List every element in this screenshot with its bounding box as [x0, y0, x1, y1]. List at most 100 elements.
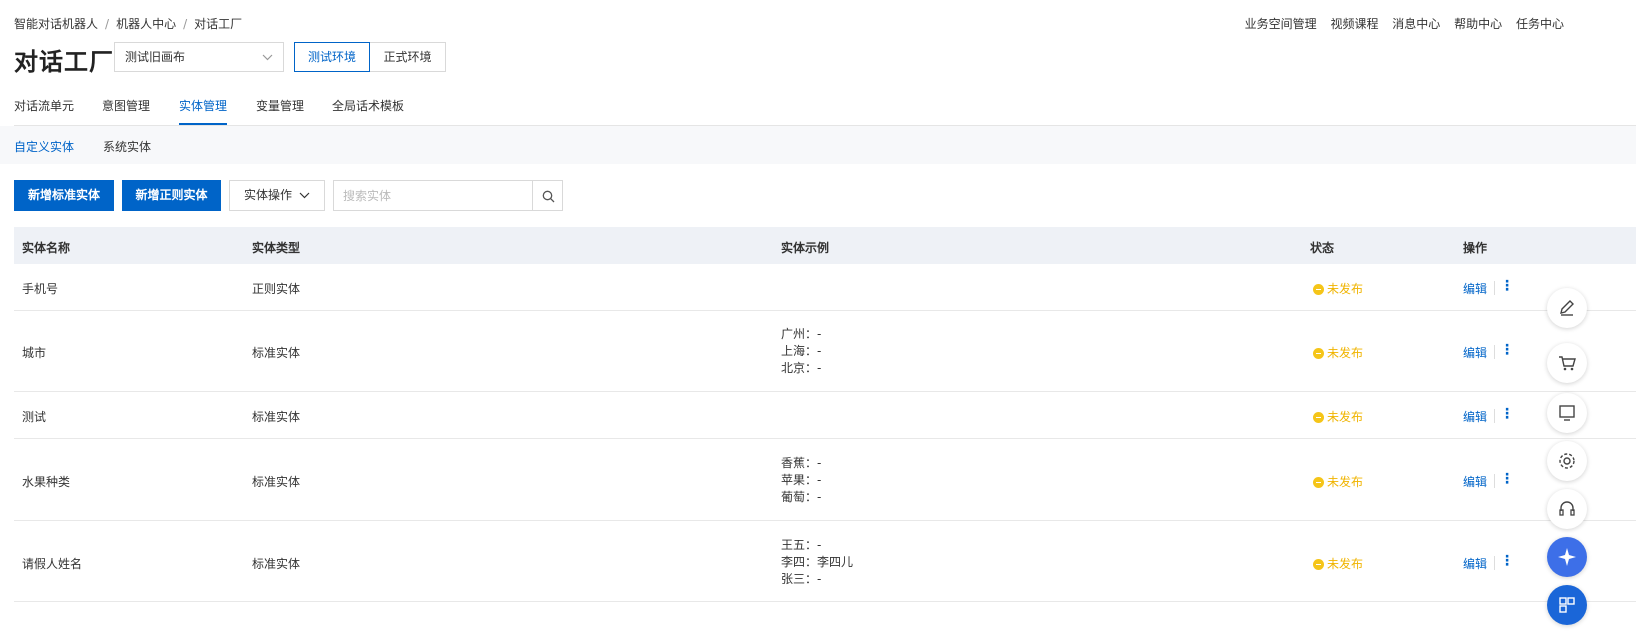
link-help-center[interactable]: 帮助中心 — [1454, 17, 1502, 31]
entity-examples: 广州：- 上海：- 北京：- — [781, 326, 821, 377]
breadcrumb: 智能对话机器人 / 机器人中心 / 对话工厂 — [14, 15, 242, 32]
sub-tabs: 自定义实体 系统实体 — [0, 126, 1636, 164]
monitor-float-button[interactable] — [1547, 393, 1587, 433]
subtab-custom-entity[interactable]: 自定义实体 — [14, 138, 74, 155]
canvas-select[interactable]: 测试旧画布 — [114, 42, 284, 72]
subtab-system-entity[interactable]: 系统实体 — [103, 138, 151, 155]
settings-float-button[interactable] — [1547, 441, 1587, 481]
more-options-icon[interactable]: ⋮ — [1500, 278, 1514, 294]
entity-examples: 香蕉：- 苹果：- 葡萄：- — [781, 455, 821, 506]
example-item: 北京：- — [781, 361, 822, 375]
link-workspace-management[interactable]: 业务空间管理 — [1245, 17, 1317, 31]
entity-type: 标准实体 — [252, 475, 301, 489]
add-standard-entity-button[interactable]: 新增标准实体 — [14, 180, 114, 211]
link-video-courses[interactable]: 视频课程 — [1330, 17, 1378, 31]
top-links: 业务空间管理 视频课程 消息中心 帮助中心 任务中心 — [1235, 15, 1564, 32]
pending-status-icon — [1313, 559, 1324, 570]
example-item: 上海：- — [781, 344, 822, 358]
entity-operations-label: 实体操作 — [244, 188, 293, 202]
column-header-status: 状态 — [1310, 241, 1335, 255]
column-header-actions: 操作 — [1463, 241, 1488, 255]
table-row: 水果种类 标准实体 香蕉：- 苹果：- 葡萄：- 未发布 编辑 ⋮ — [14, 439, 1636, 521]
status-badge: 未发布 — [1313, 408, 1363, 425]
breadcrumb-item-dialog-factory: 对话工厂 — [194, 17, 243, 31]
table-row: 请假人姓名 标准实体 王五：- 李四：李四儿 张三：- 未发布 编辑 ⋮ — [14, 521, 1636, 602]
example-item: 香蕉：- — [781, 456, 822, 470]
env-prod-button[interactable]: 正式环境 — [370, 42, 446, 72]
action-divider — [1494, 281, 1495, 295]
example-item: 苹果：- — [781, 473, 822, 487]
entity-name: 城市 — [22, 346, 47, 360]
status-badge: 未发布 — [1313, 280, 1363, 297]
entity-table: 实体名称 实体类型 实体示例 状态 操作 手机号 正则实体 未发布 编辑 ⋮ 城… — [14, 227, 1636, 602]
example-item: 广州：- — [781, 327, 822, 341]
chevron-down-icon — [262, 43, 273, 82]
search-box — [333, 180, 533, 211]
edit-link[interactable]: 编辑 — [1463, 473, 1487, 490]
more-options-icon[interactable]: ⋮ — [1500, 342, 1514, 358]
breadcrumb-separator: / — [105, 17, 110, 31]
example-item: 王五：- — [781, 538, 822, 552]
pending-status-icon — [1313, 477, 1324, 488]
breadcrumb-item-robot[interactable]: 智能对话机器人 — [14, 17, 98, 31]
cart-float-button[interactable] — [1547, 343, 1587, 383]
tab-global-script-template[interactable]: 全局话术模板 — [332, 97, 404, 125]
more-options-icon[interactable]: ⋮ — [1500, 471, 1514, 487]
edit-link[interactable]: 编辑 — [1463, 408, 1487, 425]
link-message-center[interactable]: 消息中心 — [1392, 17, 1440, 31]
search-button[interactable] — [532, 180, 563, 211]
table-row: 城市 标准实体 广州：- 上海：- 北京：- 未发布 编辑 ⋮ — [14, 311, 1636, 392]
column-header-type: 实体类型 — [252, 241, 301, 255]
column-header-name: 实体名称 — [22, 241, 71, 255]
status-text: 未发布 — [1327, 475, 1364, 489]
breadcrumb-item-robot-center[interactable]: 机器人中心 — [116, 17, 176, 31]
apps-float-button[interactable] — [1547, 585, 1587, 625]
entity-name: 手机号 — [22, 282, 59, 296]
tab-entity-management[interactable]: 实体管理 — [179, 97, 228, 125]
status-text: 未发布 — [1327, 557, 1364, 571]
link-task-center[interactable]: 任务中心 — [1516, 17, 1564, 31]
table-header: 实体名称 实体类型 实体示例 状态 操作 — [14, 227, 1636, 264]
entity-name: 测试 — [22, 410, 47, 424]
chevron-down-icon — [299, 181, 310, 221]
status-badge: 未发布 — [1313, 473, 1363, 490]
pending-status-icon — [1313, 412, 1324, 423]
entity-type: 标准实体 — [252, 557, 301, 571]
status-badge: 未发布 — [1313, 344, 1363, 361]
status-text: 未发布 — [1327, 346, 1364, 360]
tab-intent-management[interactable]: 意图管理 — [102, 97, 150, 125]
table-row: 手机号 正则实体 未发布 编辑 ⋮ — [14, 264, 1636, 311]
search-input[interactable] — [343, 182, 523, 209]
table-row: 测试 标准实体 未发布 编辑 ⋮ — [14, 392, 1636, 439]
more-options-icon[interactable]: ⋮ — [1500, 406, 1514, 422]
action-divider — [1494, 409, 1495, 423]
status-text: 未发布 — [1327, 282, 1364, 296]
pending-status-icon — [1313, 284, 1324, 295]
tab-dialog-flow-unit[interactable]: 对话流单元 — [14, 97, 74, 125]
entity-type: 正则实体 — [252, 282, 301, 296]
example-item: 张三：- — [781, 572, 822, 586]
ai-assistant-float-button[interactable] — [1547, 537, 1587, 577]
more-options-icon[interactable]: ⋮ — [1500, 553, 1514, 569]
action-divider — [1494, 474, 1495, 488]
env-test-button[interactable]: 测试环境 — [294, 42, 370, 72]
edit-float-button[interactable] — [1547, 288, 1587, 328]
edit-link[interactable]: 编辑 — [1463, 555, 1487, 572]
column-header-examples: 实体示例 — [781, 241, 830, 255]
entity-examples: 王五：- 李四：李四儿 张三：- — [781, 537, 853, 588]
status-text: 未发布 — [1327, 410, 1364, 424]
add-regex-entity-button[interactable]: 新增正则实体 — [122, 180, 221, 211]
entity-name: 水果种类 — [22, 475, 71, 489]
main-tabs: 对话流单元 意图管理 实体管理 变量管理 全局话术模板 — [14, 97, 1636, 126]
breadcrumb-separator: / — [183, 17, 188, 31]
support-float-button[interactable] — [1547, 489, 1587, 529]
entity-type: 标准实体 — [252, 346, 301, 360]
action-divider — [1494, 556, 1495, 570]
tab-variable-management[interactable]: 变量管理 — [256, 97, 304, 125]
canvas-select-value: 测试旧画布 — [125, 50, 186, 64]
entity-name: 请假人姓名 — [22, 557, 83, 571]
example-item: 李四：李四儿 — [781, 555, 854, 569]
edit-link[interactable]: 编辑 — [1463, 280, 1487, 297]
entity-operations-dropdown[interactable]: 实体操作 — [229, 180, 325, 211]
edit-link[interactable]: 编辑 — [1463, 344, 1487, 361]
